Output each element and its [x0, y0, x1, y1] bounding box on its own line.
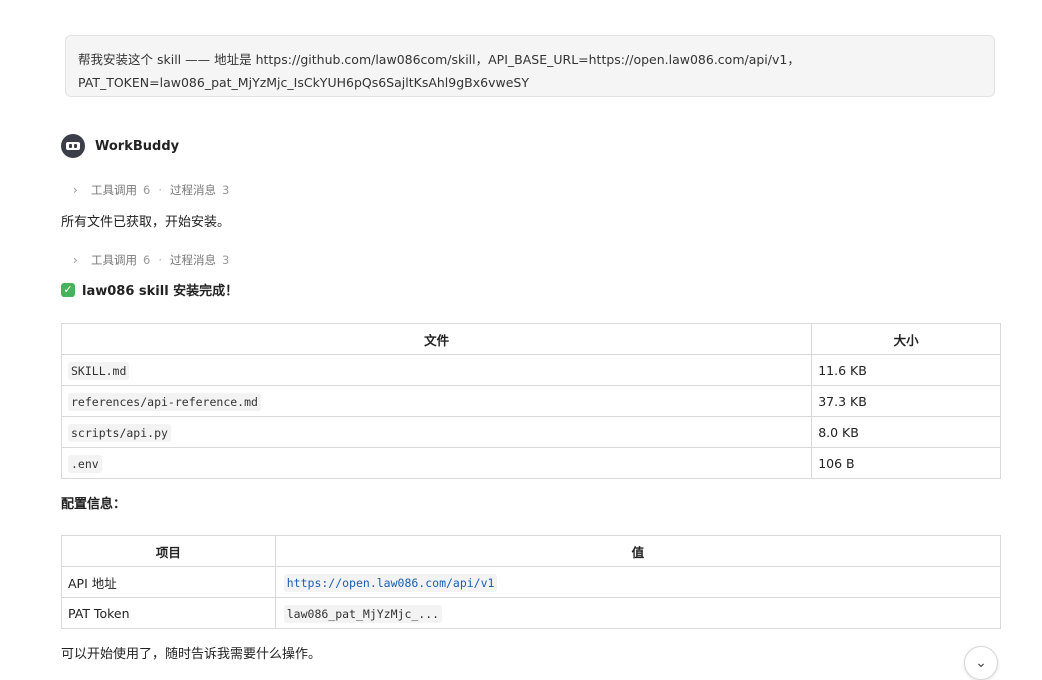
process-messages-label: 过程消息: [169, 253, 216, 267]
files-table: 文件 大小 SKILL.md 11.6 KB references/api-re…: [60, 323, 1001, 479]
file-cell: scripts/api.py: [60, 416, 813, 448]
table-header-row: 文件 大小: [60, 323, 1001, 355]
tool-summary-toggle[interactable]: › 工具调用 6 · 过程消息 3: [73, 252, 229, 268]
file-name: scripts/api.py: [68, 423, 171, 442]
file-name: references/api-reference.md: [68, 392, 261, 411]
process-messages-label: 过程消息: [169, 183, 216, 197]
table-header-row: 项目 值: [61, 535, 1002, 567]
size-cell: 37.3 KB: [811, 385, 1001, 417]
chevron-right-icon: ›: [73, 253, 78, 267]
table-row: .env 106 B: [60, 447, 1001, 479]
scroll-to-bottom-button[interactable]: ⌄: [964, 646, 998, 680]
table-row: API 地址 https://open.law086.com/api/v1: [61, 566, 1002, 598]
file-cell: .env: [60, 447, 813, 479]
table-row: PAT Token law086_pat_MjYzMjc_...: [61, 597, 1002, 629]
table-row: SKILL.md 11.6 KB: [60, 354, 1001, 386]
size-cell: 8.0 KB: [811, 416, 1001, 448]
user-message-line-1: 帮我安装这个 skill —— 地址是 https://github.com/l…: [78, 52, 800, 67]
install-complete-heading: ✓ law086 skill 安装完成！: [61, 280, 238, 299]
separator-dot: ·: [158, 183, 162, 197]
file-cell: references/api-reference.md: [60, 385, 813, 417]
api-url-link[interactable]: https://open.law086.com/api/v1: [283, 573, 498, 592]
column-header-file: 文件: [60, 323, 813, 355]
closing-message: 可以开始使用了，随时告诉我需要什么操作。: [61, 647, 322, 662]
config-value-cell: https://open.law086.com/api/v1: [274, 566, 1002, 598]
check-icon: ✓: [61, 282, 75, 297]
config-item-cell: PAT Token: [61, 597, 276, 629]
process-messages-count: 3: [221, 253, 230, 267]
token-value: law086_pat_MjYzMjc_...: [283, 604, 443, 623]
table-row: references/api-reference.md 37.3 KB: [60, 385, 1001, 417]
user-message-line-2: PAT_TOKEN=law086_pat_MjYzMjc_IsCkYUH6pQs…: [78, 75, 529, 90]
separator-dot: ·: [158, 253, 162, 267]
size-cell: 11.6 KB: [811, 354, 1001, 386]
chevron-right-icon: ›: [73, 183, 78, 197]
column-header-item: 项目: [61, 535, 276, 567]
config-value-cell: law086_pat_MjYzMjc_...: [274, 597, 1002, 629]
column-header-size: 大小: [811, 323, 1001, 355]
user-message-bubble: 帮我安装这个 skill —— 地址是 https://github.com/l…: [65, 35, 995, 97]
config-item-cell: API 地址: [61, 566, 276, 598]
column-header-value: 值: [274, 535, 1002, 567]
raccoon-icon: [61, 134, 85, 158]
file-cell: SKILL.md: [60, 354, 813, 386]
tool-calls-count: 6: [143, 183, 151, 197]
process-messages-count: 3: [221, 183, 230, 197]
assistant-header: WorkBuddy: [61, 134, 179, 158]
chevron-down-icon: ⌄: [975, 655, 987, 671]
install-complete-text: law086 skill 安装完成！: [82, 284, 239, 299]
status-message: 所有文件已获取，开始安装。: [61, 215, 231, 230]
tool-summary-toggle[interactable]: › 工具调用 6 · 过程消息 3: [73, 182, 229, 198]
config-table: 项目 值 API 地址 https://open.law086.com/api/…: [61, 535, 1002, 629]
table-row: scripts/api.py 8.0 KB: [60, 416, 1001, 448]
size-cell: 106 B: [811, 447, 1001, 479]
file-name: .env: [68, 454, 102, 473]
assistant-name: WorkBuddy: [95, 138, 180, 154]
tool-calls-label: 工具调用: [91, 253, 137, 267]
file-name: SKILL.md: [68, 361, 130, 380]
tool-calls-count: 6: [143, 253, 151, 267]
tool-calls-label: 工具调用: [91, 183, 137, 197]
config-section-title: 配置信息：: [61, 497, 127, 512]
